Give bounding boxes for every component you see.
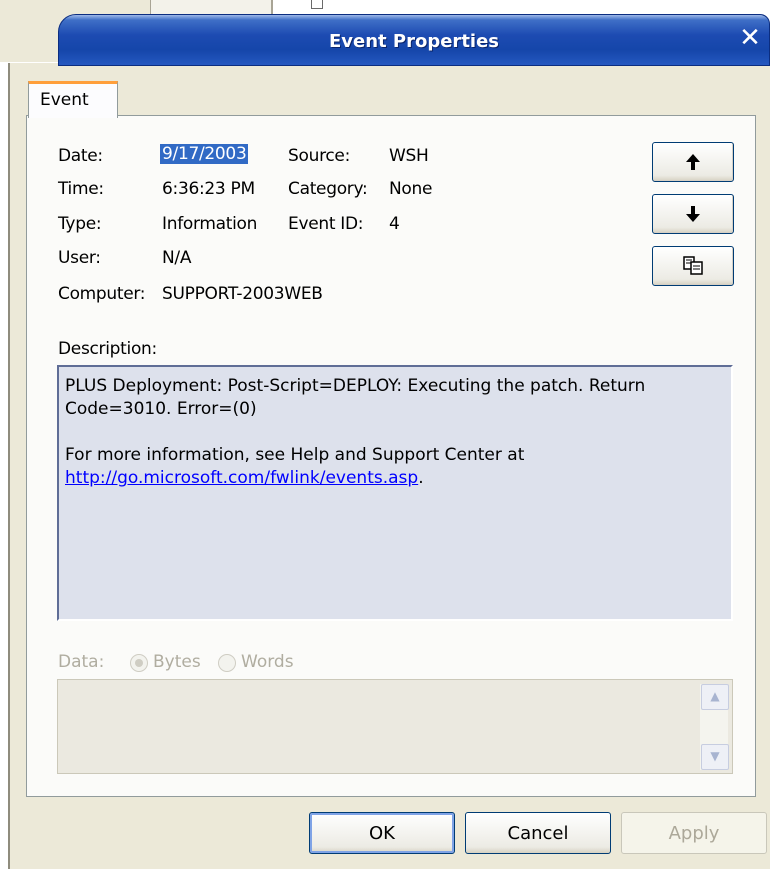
stage: Event Properties ✕ Event Date: Time: Typ… bbox=[0, 0, 770, 869]
time-value[interactable]: 6:36:23 PM bbox=[162, 179, 255, 199]
data-label: Data: bbox=[58, 652, 105, 672]
user-value[interactable]: N/A bbox=[162, 248, 191, 268]
description-textbox[interactable]: PLUS Deployment: Post-Script=DEPLOY: Exe… bbox=[57, 365, 733, 621]
apply-button[interactable]: Apply bbox=[621, 812, 767, 854]
description-link-line: http://go.microsoft.com/fwlink/events.as… bbox=[65, 467, 725, 490]
cancel-button[interactable]: Cancel bbox=[465, 812, 611, 854]
type-label: Type: bbox=[58, 214, 102, 234]
copy-icon bbox=[683, 256, 703, 275]
ok-button[interactable]: OK bbox=[309, 812, 455, 854]
time-label: Time: bbox=[58, 179, 104, 199]
next-event-button[interactable] bbox=[652, 194, 734, 234]
words-radio[interactable] bbox=[218, 654, 236, 672]
data-textbox[interactable]: ▲ ▼ bbox=[57, 679, 733, 774]
type-value[interactable]: Information bbox=[162, 214, 257, 234]
date-label: Date: bbox=[58, 146, 103, 166]
date-value-text: 9/17/2003 bbox=[160, 144, 249, 164]
description-line: Code=3010. Error=(0) bbox=[65, 399, 257, 419]
arrow-down-icon bbox=[686, 206, 700, 222]
tab-event[interactable]: Event bbox=[28, 81, 118, 118]
description-line: PLUS Deployment: Post-Script=DEPLOY: Exe… bbox=[65, 376, 646, 396]
close-icon[interactable]: ✕ bbox=[737, 25, 763, 52]
link-suffix: . bbox=[418, 468, 424, 488]
event-id-value[interactable]: 4 bbox=[389, 214, 400, 234]
description-line: For more information, see Help and Suppo… bbox=[65, 445, 525, 465]
copy-button[interactable] bbox=[652, 246, 734, 286]
bytes-radio[interactable] bbox=[130, 654, 148, 672]
scroll-down-icon[interactable]: ▼ bbox=[701, 744, 729, 770]
source-value[interactable]: WSH bbox=[389, 146, 429, 166]
document-icon bbox=[311, 0, 323, 9]
bytes-radio-label: Bytes bbox=[153, 652, 201, 672]
background-window-fragment bbox=[150, 0, 323, 14]
source-label: Source: bbox=[288, 146, 351, 166]
date-value[interactable]: 9/17/2003 bbox=[160, 144, 249, 164]
window-title: Event Properties bbox=[328, 31, 500, 52]
tab-event-label: Event bbox=[40, 90, 89, 110]
previous-event-button[interactable] bbox=[652, 142, 734, 182]
computer-label: Computer: bbox=[58, 284, 146, 304]
help-link[interactable]: http://go.microsoft.com/fwlink/events.as… bbox=[65, 468, 418, 488]
description-label: Description: bbox=[58, 339, 157, 359]
title-bar[interactable]: Event Properties ✕ bbox=[58, 14, 770, 66]
arrow-up-icon bbox=[686, 154, 700, 170]
category-label: Category: bbox=[288, 179, 368, 199]
event-id-label: Event ID: bbox=[288, 214, 364, 234]
words-radio-label: Words bbox=[241, 652, 294, 672]
description-blank-line bbox=[65, 421, 725, 444]
category-value[interactable]: None bbox=[389, 179, 432, 199]
scroll-up-icon[interactable]: ▲ bbox=[701, 684, 729, 710]
computer-value[interactable]: SUPPORT-2003WEB bbox=[162, 284, 323, 304]
user-label: User: bbox=[58, 248, 101, 268]
data-scrollbar[interactable]: ▲ ▼ bbox=[700, 684, 729, 770]
